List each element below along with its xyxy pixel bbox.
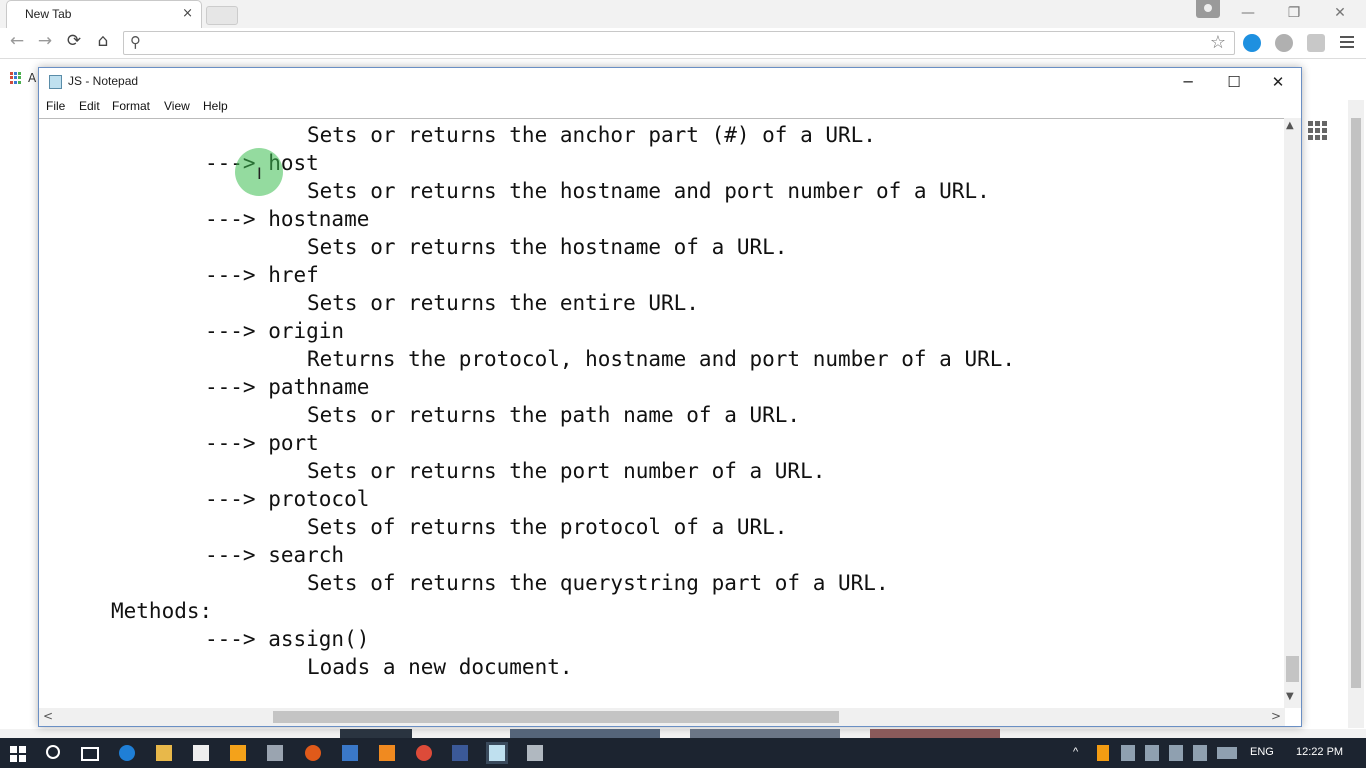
app-icon[interactable] (527, 745, 543, 761)
shield-extension-icon[interactable] (1307, 34, 1325, 52)
extension-icon[interactable] (1275, 34, 1293, 52)
search-icon[interactable] (46, 745, 60, 759)
browser-menu-icon[interactable] (1340, 34, 1354, 51)
notepad-taskbar-icon[interactable] (489, 745, 505, 761)
text-line: Sets of returns the querystring part of … (307, 571, 889, 595)
browser-minimize-button[interactable]: — (1228, 2, 1268, 24)
profile-icon[interactable] (1196, 0, 1220, 18)
text-line: ---> origin (205, 319, 345, 343)
scroll-up-icon[interactable]: ▲ (1286, 120, 1294, 131)
windows-start-icon[interactable] (10, 746, 26, 762)
scroll-right-icon[interactable]: > (1271, 709, 1281, 723)
chrome-icon[interactable] (416, 745, 432, 761)
bookmark-star-icon[interactable]: ☆ (1210, 32, 1226, 53)
task-view-icon[interactable] (81, 747, 99, 761)
close-button[interactable]: ✕ (1255, 68, 1301, 96)
text-line: Loads a new document. (307, 655, 573, 679)
text-line: ---> hostname (205, 207, 370, 231)
store-icon[interactable] (193, 745, 209, 761)
taskbar-thumbnail (340, 729, 412, 738)
text-line: Sets or returns the hostname and port nu… (307, 179, 990, 203)
media-player-icon[interactable] (230, 745, 246, 761)
language-indicator[interactable]: ENG (1250, 746, 1274, 758)
text-line: ---> protocol (205, 487, 370, 511)
browser-toolbar: ← → ⟳ ⌂ ⚲ ☆ (0, 28, 1366, 59)
notepad-titlebar[interactable]: JS - Notepad ─ ☐ ✕ (39, 68, 1301, 96)
network-icon[interactable] (1145, 745, 1159, 761)
notepad-window: JS - Notepad ─ ☐ ✕ File Edit Format View… (38, 67, 1302, 727)
text-cursor-icon: I (257, 164, 262, 183)
horizontal-scrollbar[interactable]: < > (39, 708, 1285, 726)
tab-close-icon[interactable]: × (182, 6, 193, 21)
taskbar-thumbnail (510, 729, 660, 738)
text-line: Sets or returns the port number of a URL… (307, 459, 826, 483)
vertical-scrollbar-thumb[interactable] (1286, 656, 1299, 682)
omnibox[interactable]: ⚲ ☆ (123, 31, 1235, 55)
facebook-icon[interactable] (452, 745, 468, 761)
page-scrollbar[interactable] (1348, 100, 1364, 728)
apps-grid-icon[interactable] (1308, 121, 1327, 140)
window-title: JS - Notepad (68, 74, 139, 88)
notifications-icon[interactable] (1193, 745, 1207, 761)
vlc-tray-icon[interactable] (1097, 745, 1109, 761)
horizontal-scrollbar-thumb[interactable] (273, 711, 839, 723)
menu-format[interactable]: Format (112, 99, 150, 113)
skype-extension-icon[interactable] (1243, 34, 1261, 52)
apps-icon[interactable] (10, 72, 22, 84)
text-line: Sets of returns the protocol of a URL. (307, 515, 788, 539)
back-icon[interactable]: ← (6, 31, 28, 51)
text-line: Methods: (111, 599, 213, 623)
text-line: ---> pathname (205, 375, 370, 399)
browser-restore-button[interactable]: ❐ (1274, 2, 1314, 24)
scroll-left-icon[interactable]: < (43, 709, 53, 723)
text-editor-area[interactable]: Sets or returns the anchor part (#) of a… (39, 118, 1285, 709)
browser-tabstrip: New Tab × — ❐ ✕ (0, 0, 1366, 28)
new-tab-button[interactable] (206, 6, 238, 25)
page-scrollbar-thumb[interactable] (1351, 118, 1361, 688)
tab-title: New Tab (25, 7, 72, 21)
keyboard-icon[interactable] (1217, 747, 1237, 759)
reload-icon[interactable]: ⟳ (63, 31, 85, 51)
menu-view[interactable]: View (164, 99, 190, 113)
edge-icon[interactable] (119, 745, 135, 761)
text-line: ---> search (205, 543, 345, 567)
text-line: Sets or returns the entire URL. (307, 291, 699, 315)
firefox-icon[interactable] (305, 745, 321, 761)
text-line: ---> href (205, 263, 319, 287)
taskbar: ^ ENG 12:22 PM (0, 738, 1366, 768)
menu-edit[interactable]: Edit (79, 99, 100, 113)
text-line: ---> assign() (205, 627, 370, 651)
text-line: Sets or returns the path name of a URL. (307, 403, 801, 427)
tray-chevron-icon[interactable]: ^ (1073, 746, 1078, 758)
scroll-down-icon[interactable]: ▼ (1286, 691, 1294, 702)
text-line: Sets or returns the hostname of a URL. (307, 235, 788, 259)
forward-icon[interactable]: → (34, 31, 56, 51)
browser-close-button[interactable]: ✕ (1320, 2, 1360, 24)
maximize-button[interactable]: ☐ (1211, 68, 1257, 96)
battery-icon[interactable] (1121, 745, 1135, 761)
text-line: Sets or returns the anchor part (#) of a… (307, 123, 876, 147)
menu-bar: File Edit Format View Help (39, 96, 1301, 116)
tab-new-tab[interactable]: New Tab × (6, 0, 202, 28)
home-icon[interactable]: ⌂ (92, 31, 114, 51)
text-line: Returns the protocol, hostname and port … (307, 347, 1016, 371)
vertical-scrollbar[interactable]: ▲ ▼ (1284, 118, 1301, 708)
search-icon: ⚲ (130, 33, 141, 51)
taskbar-thumbnail (690, 729, 840, 738)
file-explorer-icon[interactable] (156, 745, 172, 761)
volume-icon[interactable] (1169, 745, 1183, 761)
minimize-button[interactable]: ─ (1165, 68, 1211, 96)
notepad-app-icon (49, 75, 62, 89)
app-icon[interactable] (379, 745, 395, 761)
menu-file[interactable]: File (46, 99, 65, 113)
apps-label[interactable]: A (28, 71, 36, 85)
taskbar-thumbnail (870, 729, 1000, 738)
clock[interactable]: 12:22 PM (1296, 746, 1343, 758)
app-icon[interactable] (342, 745, 358, 761)
text-line: ---> port (205, 431, 319, 455)
app-icon[interactable] (267, 745, 283, 761)
menu-help[interactable]: Help (203, 99, 228, 113)
